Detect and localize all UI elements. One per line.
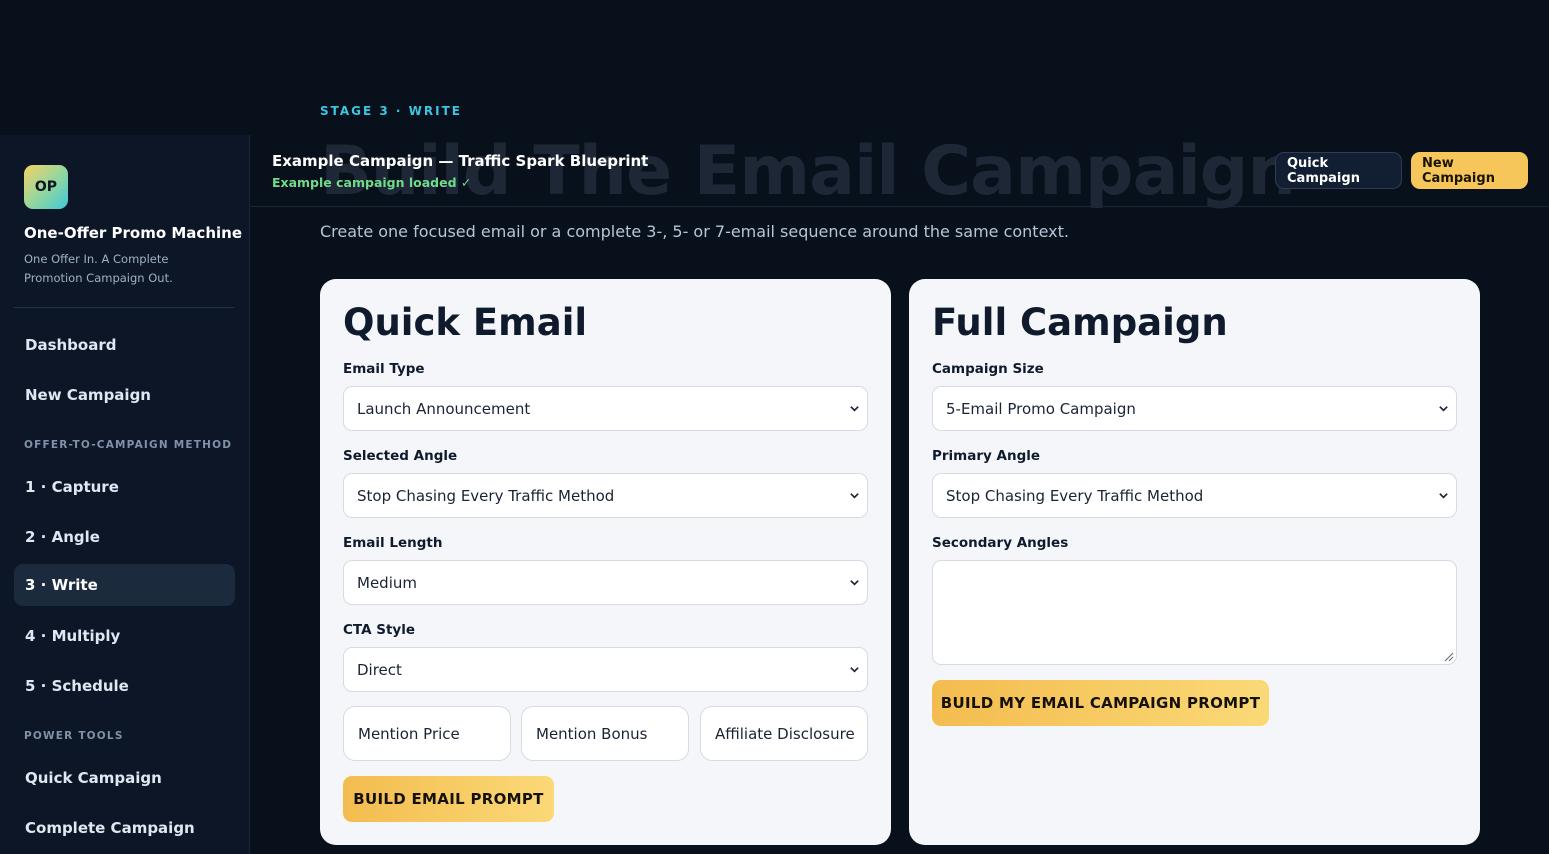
stage-label: STAGE 3 · WRITE: [320, 104, 462, 118]
campaign-size-value: 5-Email Promo Campaign: [946, 399, 1136, 418]
chevron-down-icon: [850, 493, 859, 499]
brand-logo: OP: [24, 165, 68, 209]
campaign-status: Example campaign loaded ✓: [272, 175, 472, 190]
resize-handle-icon[interactable]: [1442, 650, 1454, 662]
brand-title: One-Offer Promo Machine: [24, 224, 242, 242]
page-lead: Create one focused email or a complete 3…: [320, 222, 1069, 241]
email-length-value: Medium: [357, 573, 417, 592]
topbar: Example Campaign — Traffic Spark Bluepri…: [250, 135, 1549, 207]
secondary-angles-label: Secondary Angles: [932, 535, 1069, 551]
cta-style-label: CTA Style: [343, 622, 415, 638]
sidebar-heading-power-tools: POWER TOOLS: [24, 730, 124, 742]
primary-angle-select[interactable]: Stop Chasing Every Traffic Method: [932, 473, 1457, 518]
campaign-size-label: Campaign Size: [932, 361, 1044, 377]
selected-angle-select[interactable]: Stop Chasing Every Traffic Method: [343, 473, 868, 518]
quick-email-title: Quick Email: [343, 301, 588, 344]
email-type-label: Email Type: [343, 361, 425, 377]
sidebar-item-capture[interactable]: 1 · Capture: [14, 466, 235, 508]
new-campaign-button[interactable]: New Campaign: [1411, 152, 1528, 189]
build-email-prompt-button[interactable]: BUILD EMAIL PROMPT: [343, 776, 554, 822]
full-campaign-title: Full Campaign: [932, 301, 1228, 344]
cta-style-select[interactable]: Direct: [343, 647, 868, 692]
sidebar-item-write[interactable]: 3 · Write: [14, 564, 235, 606]
sidebar-item-schedule[interactable]: 5 · Schedule: [14, 665, 235, 707]
sidebar-item-complete-campaign[interactable]: Complete Campaign: [14, 807, 235, 849]
secondary-angles-textarea[interactable]: [932, 560, 1457, 665]
campaign-name: Example Campaign — Traffic Spark Bluepri…: [272, 152, 649, 170]
chevron-down-icon: [850, 406, 859, 412]
sidebar-item-multiply[interactable]: 4 · Multiply: [14, 615, 235, 657]
primary-angle-label: Primary Angle: [932, 448, 1041, 464]
email-type-select[interactable]: Launch Announcement: [343, 386, 868, 431]
email-length-label: Email Length: [343, 535, 443, 551]
selected-angle-value: Stop Chasing Every Traffic Method: [357, 486, 615, 505]
selected-angle-label: Selected Angle: [343, 448, 458, 464]
email-length-select[interactable]: Medium: [343, 560, 868, 605]
email-type-value: Launch Announcement: [357, 399, 531, 418]
build-email-campaign-prompt-button[interactable]: BUILD MY EMAIL CAMPAIGN PROMPT: [932, 680, 1269, 726]
sidebar: OP One-Offer Promo Machine One Offer In.…: [0, 135, 250, 854]
chevron-down-icon: [1439, 406, 1448, 412]
quick-campaign-button[interactable]: Quick Campaign: [1275, 152, 1402, 189]
sidebar-item-angle[interactable]: 2 · Angle: [14, 516, 235, 558]
sidebar-item-quick-campaign[interactable]: Quick Campaign: [14, 757, 235, 799]
campaign-size-select[interactable]: 5-Email Promo Campaign: [932, 386, 1457, 431]
primary-angle-value: Stop Chasing Every Traffic Method: [946, 486, 1204, 505]
sidebar-heading-method: OFFER-TO-CAMPAIGN METHOD: [24, 439, 233, 451]
sidebar-item-dashboard[interactable]: Dashboard: [14, 324, 235, 366]
mention-bonus-toggle[interactable]: Mention Bonus: [521, 706, 689, 761]
cta-style-value: Direct: [357, 660, 402, 679]
mention-price-toggle[interactable]: Mention Price: [343, 706, 511, 761]
chevron-down-icon: [850, 667, 859, 673]
sidebar-item-new-campaign[interactable]: New Campaign: [14, 374, 235, 416]
full-campaign-card: Full Campaign Campaign Size 5-Email Prom…: [909, 279, 1480, 845]
quick-email-card: Quick Email Email Type Launch Announceme…: [320, 279, 891, 845]
brand-subtitle: One Offer In. A Complete Promotion Campa…: [24, 252, 173, 285]
affiliate-disclosure-toggle[interactable]: Affiliate Disclosure: [700, 706, 868, 761]
chevron-down-icon: [850, 580, 859, 586]
sidebar-divider: [14, 307, 234, 308]
chevron-down-icon: [1439, 493, 1448, 499]
